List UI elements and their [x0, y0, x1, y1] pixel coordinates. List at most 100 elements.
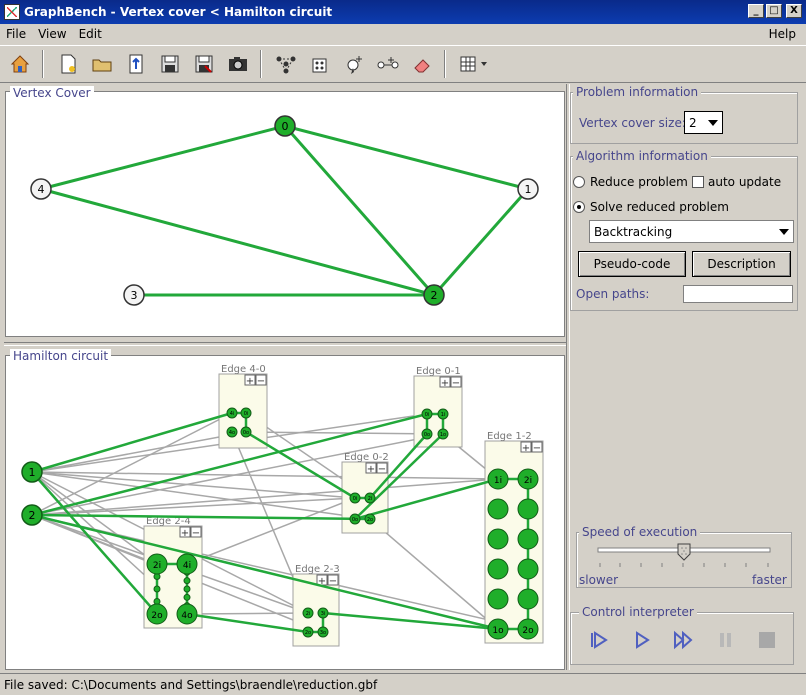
play-icon[interactable]	[632, 630, 652, 650]
menu-edit[interactable]: Edit	[73, 27, 108, 41]
convert-icon[interactable]	[122, 50, 150, 78]
gadget-inner-node[interactable]	[517, 498, 539, 520]
pause-icon[interactable]	[716, 630, 736, 650]
camera-icon[interactable]	[224, 50, 252, 78]
gadget-node[interactable]: 4o	[176, 603, 198, 625]
gadget-node[interactable]: 1o	[437, 428, 449, 440]
eraser-icon[interactable]	[408, 50, 436, 78]
gadget-inner-node[interactable]	[517, 528, 539, 550]
minimize-button[interactable]: _	[748, 4, 764, 18]
gadget-node[interactable]: 4i	[226, 407, 238, 419]
vertex-4[interactable]: 4	[30, 178, 52, 200]
gadget-inner-node[interactable]	[487, 528, 509, 550]
gadget-node[interactable]: 0o	[240, 426, 252, 438]
speed-slider[interactable]	[586, 542, 786, 570]
algorithm-select[interactable]: Backtracking	[589, 220, 794, 243]
maximize-button[interactable]: □	[766, 4, 782, 18]
close-button[interactable]: X	[786, 4, 802, 18]
collapse-button[interactable]: −	[376, 462, 388, 475]
gadget-node[interactable]: 4i	[176, 553, 198, 575]
vertex-3[interactable]: 3	[123, 284, 145, 306]
gadget-node[interactable]: 2i	[302, 607, 314, 619]
gadget-node[interactable]: 0o	[349, 513, 361, 525]
vertex-0[interactable]: 0	[274, 115, 296, 137]
add-vertex-icon[interactable]	[340, 50, 368, 78]
gadget-node[interactable]: 2o	[146, 603, 168, 625]
cover-size-select[interactable]: 2	[684, 111, 723, 134]
gadget-node[interactable]: 1i	[487, 468, 509, 490]
gadget-node[interactable]: 4o	[226, 426, 238, 438]
gadget-node[interactable]: 2o	[517, 618, 539, 640]
vertex-cover-graph[interactable]: 0 1 2 3 4	[7, 93, 563, 335]
expand-button[interactable]: +	[520, 441, 532, 454]
gadget-inner-node[interactable]	[487, 588, 509, 610]
gadget-node[interactable]: 2o	[302, 626, 314, 638]
gadget-inner-node[interactable]	[183, 593, 191, 601]
gadget-node[interactable]: 1i	[437, 408, 449, 420]
gadget-node[interactable]: 3o	[317, 626, 329, 638]
add-edge-icon[interactable]	[374, 50, 402, 78]
split-divider[interactable]	[4, 342, 566, 346]
expand-button[interactable]: +	[244, 374, 256, 387]
menu-help[interactable]: Help	[769, 27, 796, 41]
gadget-node[interactable]: 2o	[364, 513, 376, 525]
gadget-node[interactable]: 3i	[317, 607, 329, 619]
gadget-inner-node[interactable]	[487, 498, 509, 520]
grid-icon[interactable]	[456, 50, 492, 78]
vertex-1[interactable]: 1	[517, 178, 539, 200]
hamilton-graph[interactable]: Edge 4-0+ −Edge 0-1+ −Edge 0-2+ −Edge 1-2+ −…	[7, 357, 563, 668]
gadget-node[interactable]: 0i	[349, 492, 361, 504]
edge-0-1[interactable]	[284, 124, 529, 191]
slider-thumb[interactable]	[677, 543, 691, 561]
gadget-inner-node[interactable]	[487, 558, 509, 580]
gadget-node[interactable]: 2i	[364, 492, 376, 504]
expand-button[interactable]: +	[179, 526, 191, 539]
collapse-button[interactable]: −	[255, 374, 267, 387]
menu-view[interactable]: View	[32, 27, 72, 41]
gadget-node[interactable]: 0i	[240, 407, 252, 419]
expand-button[interactable]: +	[439, 376, 451, 389]
gadget-inner-node[interactable]	[517, 588, 539, 610]
step-icon[interactable]	[589, 630, 609, 650]
edge-1-2[interactable]	[432, 188, 530, 296]
gadget-inner-node[interactable]	[183, 577, 191, 585]
vertex-2[interactable]: 2	[423, 284, 445, 306]
new-file-icon[interactable]	[54, 50, 82, 78]
edge-0-2[interactable]	[283, 125, 436, 296]
pseudo-code-button[interactable]: Pseudo-code	[578, 251, 686, 277]
edge-4-2[interactable]	[40, 187, 435, 297]
gadget-node[interactable]: 0o	[421, 428, 433, 440]
random-graph-icon[interactable]	[306, 50, 334, 78]
open-folder-icon[interactable]	[88, 50, 116, 78]
solve-radio[interactable]	[573, 201, 585, 213]
home-icon[interactable]	[6, 50, 34, 78]
save-as-icon[interactable]	[190, 50, 218, 78]
collapse-button[interactable]: −	[450, 376, 462, 389]
expand-button[interactable]: +	[365, 462, 377, 475]
stop-icon[interactable]	[757, 630, 777, 650]
selector-vertex-1[interactable]: 1	[21, 461, 43, 483]
gadget-node[interactable]: 0i	[421, 408, 433, 420]
gadget-box[interactable]: Edge 2-3+ −	[292, 564, 340, 647]
collapse-button[interactable]: −	[531, 441, 543, 454]
vertex-cover-canvas[interactable]: 0 1 2 3 4	[7, 93, 563, 335]
selector-vertex-2[interactable]: 2	[21, 504, 43, 526]
fast-forward-icon[interactable]	[673, 630, 695, 650]
gadget-node[interactable]: 2i	[517, 468, 539, 490]
gadget-node[interactable]: 1o	[487, 618, 509, 640]
gadget-inner-node[interactable]	[153, 585, 161, 593]
gadget-node[interactable]: 2i	[146, 553, 168, 575]
graph-layout-icon[interactable]	[272, 50, 300, 78]
description-button[interactable]: Description	[692, 251, 791, 277]
reduce-radio[interactable]	[573, 176, 585, 188]
save-icon[interactable]	[156, 50, 184, 78]
collapse-button[interactable]: −	[190, 526, 202, 539]
svg-text:1i: 1i	[494, 476, 502, 486]
gadget-inner-node[interactable]	[183, 585, 191, 593]
menu-file[interactable]: File	[0, 27, 32, 41]
hamilton-canvas[interactable]: Edge 4-0 + − Edge 0-1 + − Edge 0-2 + − Edge 1-2 + −…	[7, 357, 563, 668]
edge-4-0[interactable]	[40, 124, 286, 191]
collapse-button[interactable]: −	[327, 574, 339, 587]
auto-update-checkbox[interactable]	[692, 176, 704, 188]
gadget-inner-node[interactable]	[517, 558, 539, 580]
